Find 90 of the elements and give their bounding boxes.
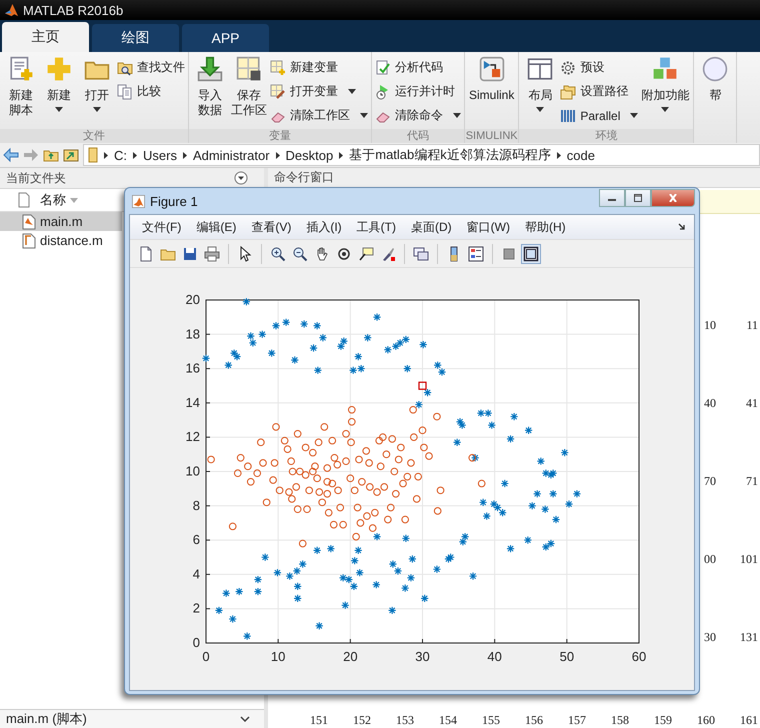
ribbon-button[interactable]: 比较 <box>117 82 185 101</box>
output-number: 131 <box>739 629 759 646</box>
y-tick-label: 14 <box>186 394 200 410</box>
ribbon-button[interactable]: 布局 <box>522 56 558 129</box>
output-number: 160 <box>696 712 716 728</box>
window-title: MATLAB R2016b <box>23 2 124 18</box>
output-number: 156 <box>524 712 544 728</box>
panel-title: 命令行窗口 <box>274 168 334 186</box>
ribbon-button[interactable]: 导入 数据 <box>192 56 228 129</box>
ribbon-button[interactable]: 清除命令 <box>375 106 461 125</box>
output-number: 152 <box>352 712 372 728</box>
menu-item[interactable]: 窗口(W) <box>466 218 510 236</box>
output-number: 70 <box>703 473 717 490</box>
details-label: main.m (脚本) <box>6 710 87 728</box>
x-tick-label: 30 <box>415 649 430 664</box>
y-tick-label: 10 <box>186 464 200 478</box>
x-tick-label: 50 <box>560 649 574 664</box>
menu-item[interactable]: 文件(F) <box>142 218 182 236</box>
ribbon-button[interactable]: 查找文件 <box>117 58 185 77</box>
file-item[interactable]: distance.m <box>0 231 122 250</box>
x-tick-label: 10 <box>270 649 286 664</box>
x-tick-label: 60 <box>632 649 646 664</box>
menu-item[interactable]: 工具(T) <box>356 218 396 236</box>
menu-item[interactable]: 桌面(D) <box>410 218 452 236</box>
ribbon-button[interactable]: 新建 脚本 <box>3 56 39 129</box>
menu-item[interactable]: 插入(I) <box>306 218 342 236</box>
ribbon-button[interactable]: 分析代码 <box>375 58 461 77</box>
output-number: 30 <box>703 629 717 646</box>
path-segment[interactable]: Users <box>143 148 177 162</box>
group-label: SIMULINK <box>465 129 518 143</box>
output-number: 101 <box>739 551 759 568</box>
ribbon-button[interactable]: 运行并计时 <box>375 82 461 101</box>
output-number: 161 <box>739 712 759 728</box>
path-segment[interactable]: C: <box>114 148 127 162</box>
ribbon-button[interactable]: 新建变量 <box>270 58 368 77</box>
y-tick-label: 8 <box>192 498 200 513</box>
panel-title: 当前文件夹 <box>6 170 66 186</box>
figure-title: Figure 1 <box>150 194 198 208</box>
menu-item[interactable]: 编辑(E) <box>196 218 236 236</box>
path-segment[interactable]: 基于matlab编程k近邻算法源码程序 <box>349 146 551 164</box>
ribbon-button[interactable]: 打开 <box>79 56 115 129</box>
menu-item[interactable]: 帮助(H) <box>524 218 566 236</box>
output-number: 00 <box>703 551 717 568</box>
file-item[interactable]: main.m <box>0 212 122 231</box>
menu-item[interactable]: 查看(V) <box>251 218 292 236</box>
path-segment[interactable]: Administrator <box>192 148 270 162</box>
group-label: 变量 <box>189 129 371 143</box>
x-tick-label: 20 <box>343 649 358 664</box>
output-number: 10 <box>703 317 717 334</box>
path-segment[interactable]: code <box>566 148 595 162</box>
y-tick-label: 2 <box>192 600 200 616</box>
output-number: 151 <box>309 712 329 728</box>
group-label: 环境 <box>519 129 694 143</box>
y-tick-label: 4 <box>192 566 200 582</box>
ribbon-tab[interactable]: 主页 <box>2 22 89 52</box>
x-tick-label: 0 <box>202 649 210 664</box>
ribbon-button[interactable]: 附加功能 <box>640 56 690 129</box>
ribbon-button[interactable]: 帮 <box>697 56 734 143</box>
ribbon-tab[interactable]: 绘图 <box>92 24 179 52</box>
ribbon-button[interactable]: 新建 <box>41 56 77 129</box>
column-header[interactable]: 名称 <box>40 191 66 209</box>
ribbon-button[interactable]: 预设 <box>560 58 638 77</box>
output-number: 40 <box>703 395 717 412</box>
x-tick-label: 40 <box>487 649 502 664</box>
output-number: 159 <box>653 712 673 728</box>
group-label: 文件 <box>0 129 188 143</box>
ribbon-button[interactable]: 设置路径 <box>560 82 638 101</box>
y-tick-label: 20 <box>186 292 200 307</box>
y-tick-label: 6 <box>192 532 200 548</box>
output-number: 11 <box>745 317 759 334</box>
output-number: 41 <box>745 395 759 412</box>
y-tick-label: 12 <box>186 429 200 444</box>
path-segment[interactable]: Desktop <box>286 148 334 162</box>
ribbon-button[interactable]: Parallel <box>560 106 638 125</box>
ribbon-tab[interactable]: APP <box>182 24 269 52</box>
ribbon-button[interactable]: 保存 工作区 <box>230 56 268 129</box>
output-number: 158 <box>610 712 630 728</box>
y-tick-label: 18 <box>186 326 200 342</box>
y-tick-label: 16 <box>186 360 200 376</box>
output-number: 155 <box>481 712 501 728</box>
output-number: 153 <box>395 712 415 728</box>
ribbon-button[interactable]: Simulink <box>468 56 516 129</box>
path-field[interactable]: C: Users Administrator Desktop 基于matlab编程k近邻算法源码程序 code <box>83 144 760 166</box>
output-number: 154 <box>438 712 458 728</box>
y-tick-label: 0 <box>192 635 200 650</box>
ribbon-button[interactable]: 清除工作区 <box>270 106 368 125</box>
output-number: 71 <box>745 473 759 490</box>
ribbon-button[interactable]: 打开变量 <box>270 82 368 101</box>
group-label: 代码 <box>372 129 464 143</box>
output-number: 157 <box>567 712 587 728</box>
